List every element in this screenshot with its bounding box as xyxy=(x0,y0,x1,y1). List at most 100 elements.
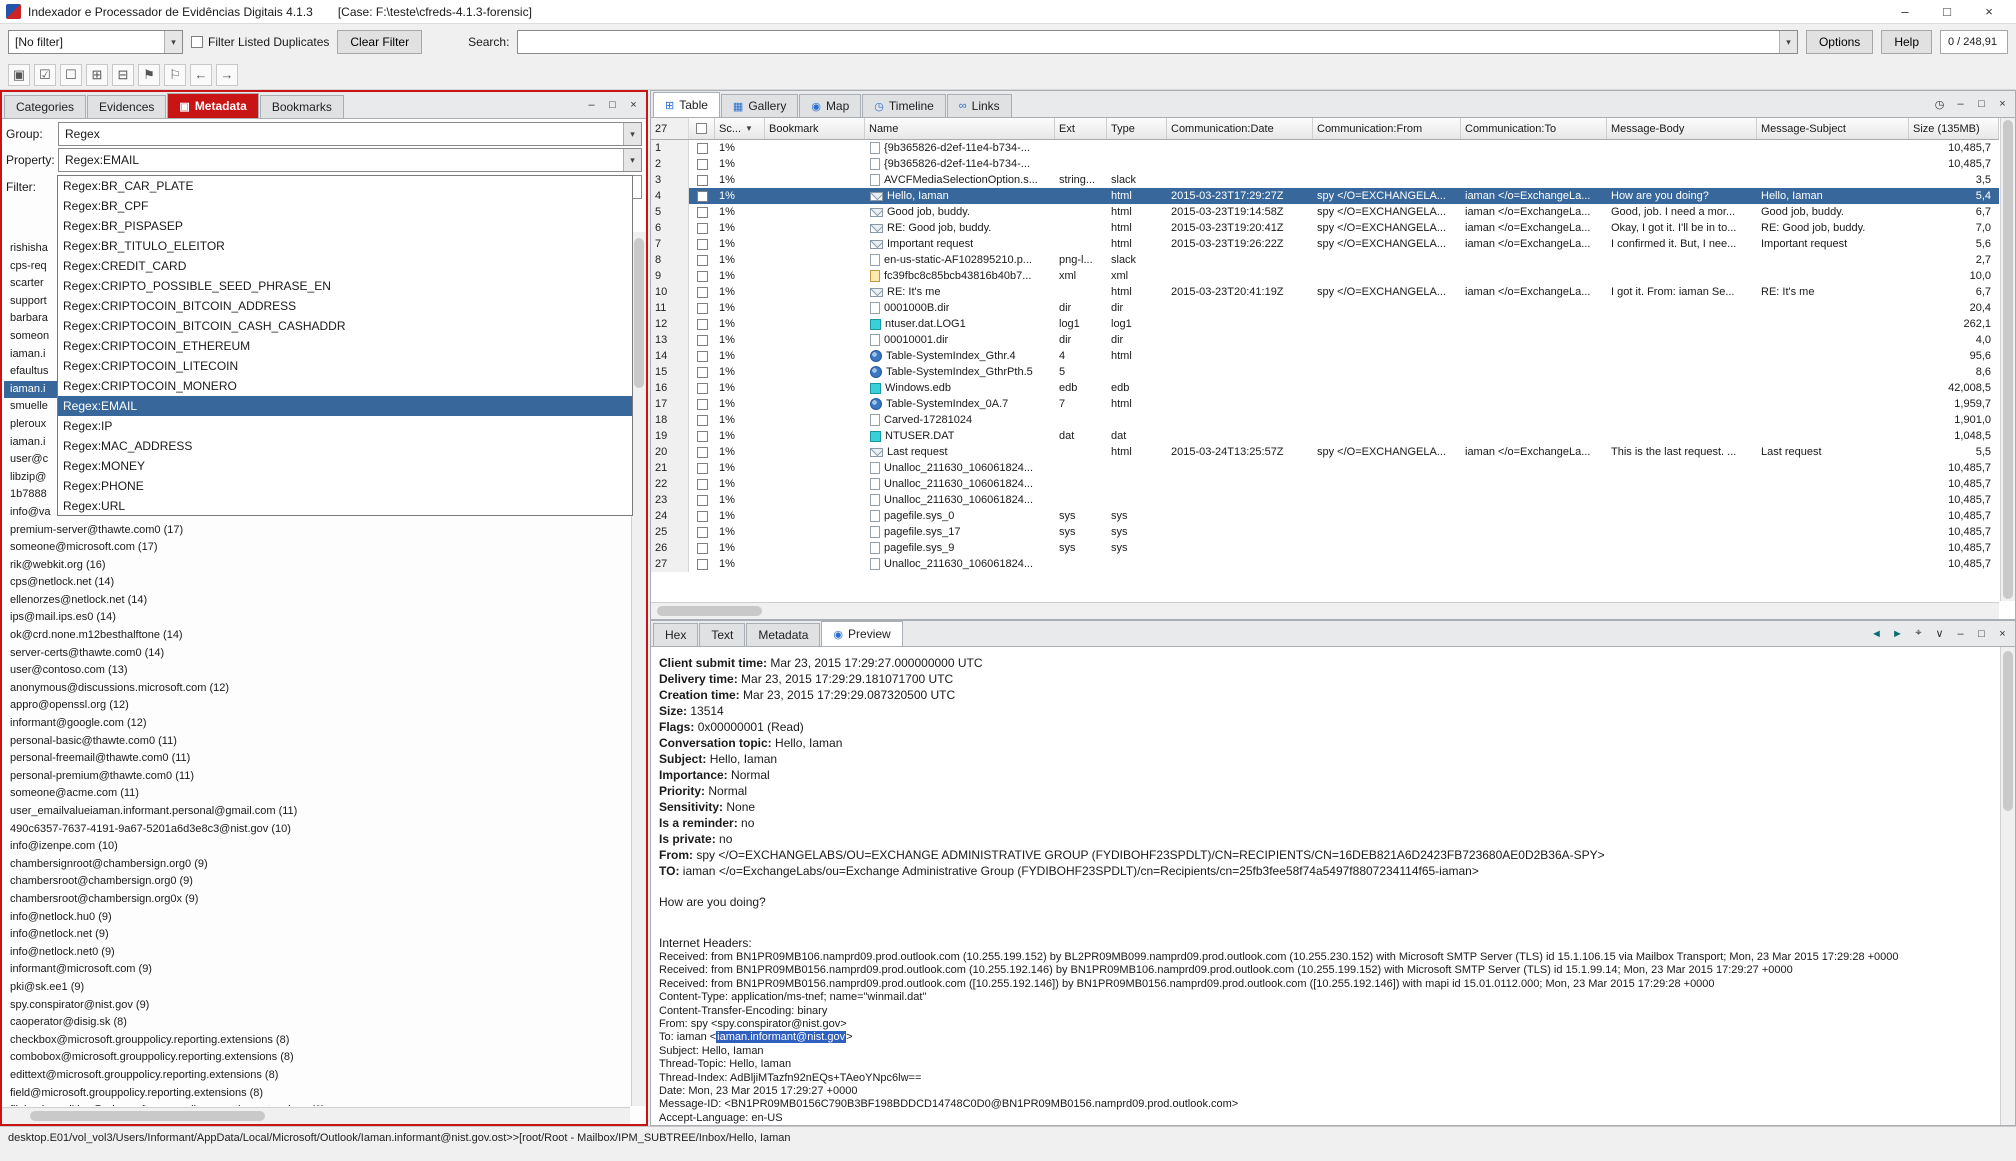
dropdown-option[interactable]: Regex:IP xyxy=(58,416,632,436)
chevron-down-icon[interactable]: ▾ xyxy=(623,123,641,145)
close-panel-icon[interactable]: × xyxy=(1996,628,2009,640)
property-combobox[interactable]: Regex:EMAIL ▾ xyxy=(58,148,642,172)
table-row[interactable]: 111%0001000B.dirdirdir20,4 xyxy=(651,300,1999,316)
filter-dropdown[interactable]: [No filter] ▾ xyxy=(8,30,183,54)
column-header-date[interactable]: Communication:Date xyxy=(1167,118,1313,139)
table-row[interactable]: 151%Table-SystemIndex_GthrPth.558,6 xyxy=(651,364,1999,380)
dropdown-option[interactable]: Regex:URL xyxy=(58,496,632,516)
column-header-n[interactable]: 27 xyxy=(651,118,689,139)
table-row[interactable]: 11%{9b365826-d2ef-11e4-b734-...10,485,7 xyxy=(651,140,1999,156)
minimize-window-button[interactable]: – xyxy=(1884,0,1926,24)
table-row[interactable]: 161%Windows.edbedbedb42,008,5 xyxy=(651,380,1999,396)
group-combobox[interactable]: Regex ▾ xyxy=(58,122,642,146)
column-header-check[interactable] xyxy=(689,118,715,139)
tab-hex[interactable]: Hex xyxy=(653,623,698,646)
table-row[interactable]: 251%pagefile.sys_17syssys10,485,7 xyxy=(651,524,1999,540)
scrollbar-thumb[interactable] xyxy=(634,238,644,388)
tab-bookmarks[interactable]: Bookmarks xyxy=(260,95,344,118)
search-input[interactable] xyxy=(518,31,1779,53)
minimize-panel-icon[interactable]: – xyxy=(1954,98,1967,110)
table-row[interactable]: 261%pagefile.sys_9syssys10,485,7 xyxy=(651,540,1999,556)
table-hscrollbar[interactable] xyxy=(651,602,1999,619)
email-value-item[interactable]: ok@crd.none.m12besthalftone (14) xyxy=(4,627,630,645)
dropdown-option[interactable]: Regex:CRIPTO_POSSIBLE_SEED_PHRASE_EN xyxy=(58,276,632,296)
tab-metadata[interactable]: Metadata xyxy=(746,623,820,646)
dropdown-option[interactable]: Regex:BR_TITULO_ELEITOR xyxy=(58,236,632,256)
minimize-panel-icon[interactable]: – xyxy=(585,99,598,111)
forward-hit-icon[interactable]: ► xyxy=(1891,628,1904,640)
dropdown-option[interactable]: Regex:BR_CPF xyxy=(58,196,632,216)
collapse-icon[interactable]: ∨ xyxy=(1933,627,1946,640)
table-row[interactable]: 121%ntuser.dat.LOG1log1log1262,1 xyxy=(651,316,1999,332)
row-checkbox[interactable] xyxy=(697,223,708,234)
email-value-item[interactable]: caoperator@disig.sk (8) xyxy=(4,1014,630,1032)
row-checkbox[interactable] xyxy=(697,511,708,522)
options-button[interactable]: Options xyxy=(1806,30,1873,54)
column-header-body[interactable]: Message-Body xyxy=(1607,118,1757,139)
email-value-item[interactable]: chambersignroot@chambersign.org0 (9) xyxy=(4,856,630,874)
left-hscrollbar[interactable] xyxy=(2,1107,630,1124)
row-checkbox[interactable] xyxy=(697,431,708,442)
table-row[interactable]: 191%NTUSER.DATdatdat1,048,5 xyxy=(651,428,1999,444)
row-checkbox[interactable] xyxy=(697,143,708,154)
email-value-item[interactable]: checkbox@microsoft.grouppolicy.reporting… xyxy=(4,1032,630,1050)
detach-panel-icon[interactable]: □ xyxy=(1975,98,1988,110)
tab-evidences[interactable]: Evidences xyxy=(87,95,166,118)
row-checkbox[interactable] xyxy=(697,383,708,394)
table-row[interactable]: 91%fc39fbc8c85bcb43816b40b7...xmlxml10,0 xyxy=(651,268,1999,284)
row-checkbox[interactable] xyxy=(697,255,708,266)
tab-metadata[interactable]: ▣Metadata xyxy=(167,93,258,118)
table-row[interactable]: 71%Important requesthtml2015-03-23T19:26… xyxy=(651,236,1999,252)
dropdown-option[interactable]: Regex:CREDIT_CARD xyxy=(58,256,632,276)
email-value-item[interactable]: filehashcondition@microsoft.grouppolicy.… xyxy=(4,1102,630,1106)
column-header-to[interactable]: Communication:To xyxy=(1461,118,1607,139)
row-checkbox[interactable] xyxy=(697,447,708,458)
email-value-item[interactable]: user@contoso.com (13) xyxy=(4,662,630,680)
dropdown-option[interactable]: Regex:BR_CAR_PLATE xyxy=(58,176,632,196)
table-row[interactable]: 141%Table-SystemIndex_Gthr.44html95,6 xyxy=(651,348,1999,364)
table-row[interactable]: 21%{9b365826-d2ef-11e4-b734-...10,485,7 xyxy=(651,156,1999,172)
email-value-item[interactable]: info@izenpe.com (10) xyxy=(4,838,630,856)
table-row[interactable]: 231%Unalloc_211630_106061824...10,485,7 xyxy=(651,492,1999,508)
dropdown-option[interactable]: Regex:EMAIL xyxy=(58,396,632,416)
row-checkbox[interactable] xyxy=(697,287,708,298)
row-checkbox[interactable] xyxy=(697,319,708,330)
email-value-item[interactable]: cps@netlock.net (14) xyxy=(4,574,630,592)
row-checkbox[interactable] xyxy=(697,239,708,250)
email-value-item[interactable]: info@netlock.net0 (9) xyxy=(4,944,630,962)
tab-preview[interactable]: ◉Preview xyxy=(821,621,902,646)
table-row[interactable]: 81%en-us-static-AF102895210.p...png-l...… xyxy=(651,252,1999,268)
table-row[interactable]: 221%Unalloc_211630_106061824...10,485,7 xyxy=(651,476,1999,492)
scrollbar-thumb[interactable] xyxy=(2003,651,2013,811)
email-value-item[interactable]: personal-basic@thawte.com0 (11) xyxy=(4,733,630,751)
email-value-item[interactable]: info@netlock.net (9) xyxy=(4,926,630,944)
column-header-subject[interactable]: Message-Subject xyxy=(1757,118,1909,139)
minimize-panel-icon[interactable]: – xyxy=(1954,628,1967,640)
table-row[interactable]: 241%pagefile.sys_0syssys10,485,7 xyxy=(651,508,1999,524)
clear-filter-button[interactable]: Clear Filter xyxy=(337,30,422,54)
close-panel-icon[interactable]: × xyxy=(1996,98,2009,110)
email-value-item[interactable]: ips@mail.ips.es0 (14) xyxy=(4,609,630,627)
dropdown-option[interactable]: Regex:CRIPTOCOIN_LITECOIN xyxy=(58,356,632,376)
email-value-item[interactable]: server-certs@thawte.com0 (14) xyxy=(4,645,630,663)
email-value-item[interactable]: user_emailvalueiaman.informant.personal@… xyxy=(4,803,630,821)
next-hit-icon[interactable]: → xyxy=(216,64,238,86)
help-button[interactable]: Help xyxy=(1881,30,1932,54)
table-row[interactable]: 51%Good job, buddy.html2015-03-23T19:14:… xyxy=(651,204,1999,220)
pin-icon[interactable]: ⌖ xyxy=(1912,627,1925,640)
row-checkbox[interactable] xyxy=(697,159,708,170)
email-value-item[interactable]: informant@microsoft.com (9) xyxy=(4,961,630,979)
tab-timeline[interactable]: ◷Timeline xyxy=(862,94,946,117)
row-checkbox[interactable] xyxy=(697,351,708,362)
preview-scrollbar[interactable] xyxy=(2000,647,2015,1125)
email-value-item[interactable]: 490c6357-7637-4191-9a67-5201a6d3e8c3@nis… xyxy=(4,821,630,839)
remove-bookmark-icon[interactable]: ⊟ xyxy=(112,64,134,86)
email-value-item[interactable]: info@netlock.hu0 (9) xyxy=(4,909,630,927)
column-header-type[interactable]: Type xyxy=(1107,118,1167,139)
tab-links[interactable]: ∞Links xyxy=(947,94,1012,117)
filter-duplicates-checkbox[interactable]: Filter Listed Duplicates xyxy=(191,35,329,49)
uncheck-selected-icon[interactable]: ☐ xyxy=(60,64,82,86)
column-header-bookmark[interactable]: Bookmark xyxy=(765,118,865,139)
column-header-name[interactable]: Name xyxy=(865,118,1055,139)
row-checkbox[interactable] xyxy=(697,335,708,346)
